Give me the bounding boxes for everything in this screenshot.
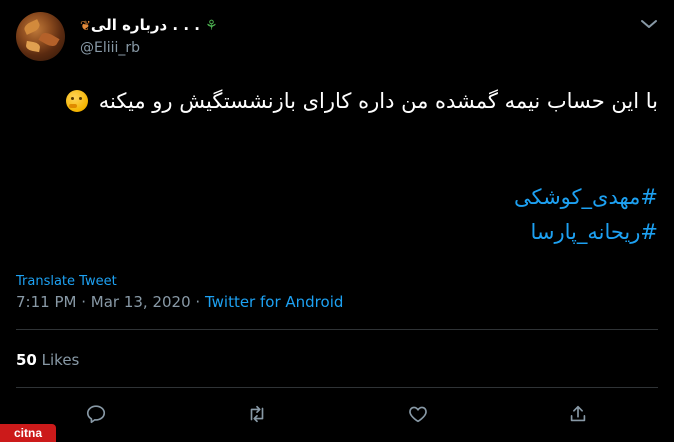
watermark-logo: citna bbox=[0, 424, 56, 442]
reply-icon bbox=[86, 405, 106, 424]
translate-tweet-link[interactable]: Translate Tweet bbox=[16, 274, 117, 289]
avatar-leaf bbox=[22, 19, 42, 35]
display-name: درباره الی . . . bbox=[90, 16, 200, 34]
meta-separator: · bbox=[76, 293, 91, 311]
tweet-time[interactable]: 7:11 PM bbox=[16, 293, 76, 311]
user-handle[interactable]: @Eliii_rb bbox=[80, 40, 140, 56]
thinking-face-icon bbox=[66, 90, 89, 112]
display-name-row[interactable]: ❦درباره الی . . . ⚘ bbox=[80, 16, 218, 34]
avatar[interactable] bbox=[16, 12, 65, 61]
retweet-icon bbox=[250, 405, 264, 423]
likes-summary[interactable]: 50 Likes bbox=[16, 351, 79, 369]
likes-label: Likes bbox=[41, 351, 80, 369]
tweet-meta: 7:11 PM · Mar 13, 2020 · Twitter for And… bbox=[16, 293, 343, 311]
tweet-date[interactable]: Mar 13, 2020 bbox=[91, 293, 191, 311]
share-button[interactable] bbox=[560, 396, 596, 432]
like-button[interactable] bbox=[400, 396, 436, 432]
divider bbox=[16, 329, 658, 330]
hashtag-link[interactable]: #ریحانه_پارسا bbox=[18, 215, 658, 250]
retweet-button[interactable] bbox=[239, 396, 275, 432]
hashtag-list: #مهدی_کوشکی #ریحانه_پارسا bbox=[18, 180, 658, 250]
likes-count: 50 bbox=[16, 351, 37, 369]
fallen-leaf-icon: ❦ bbox=[80, 19, 91, 34]
meta-separator: · bbox=[190, 293, 205, 311]
action-bar bbox=[0, 396, 674, 432]
like-icon bbox=[409, 406, 427, 423]
seedling-icon: ⚘ bbox=[205, 18, 218, 34]
reply-button[interactable] bbox=[78, 396, 114, 432]
divider bbox=[16, 387, 658, 388]
tweet-source[interactable]: Twitter for Android bbox=[205, 293, 343, 311]
chevron-down-icon[interactable] bbox=[640, 18, 658, 30]
tweet-body: با این حساب نیمه گمشده من داره کارای باز… bbox=[98, 89, 658, 113]
share-icon bbox=[570, 405, 586, 422]
hashtag-link[interactable]: #مهدی_کوشکی bbox=[18, 180, 658, 215]
tweet-text: با این حساب نیمه گمشده من داره کارای باز… bbox=[18, 84, 658, 119]
avatar-leaf bbox=[38, 30, 60, 49]
avatar-leaf bbox=[25, 40, 41, 53]
